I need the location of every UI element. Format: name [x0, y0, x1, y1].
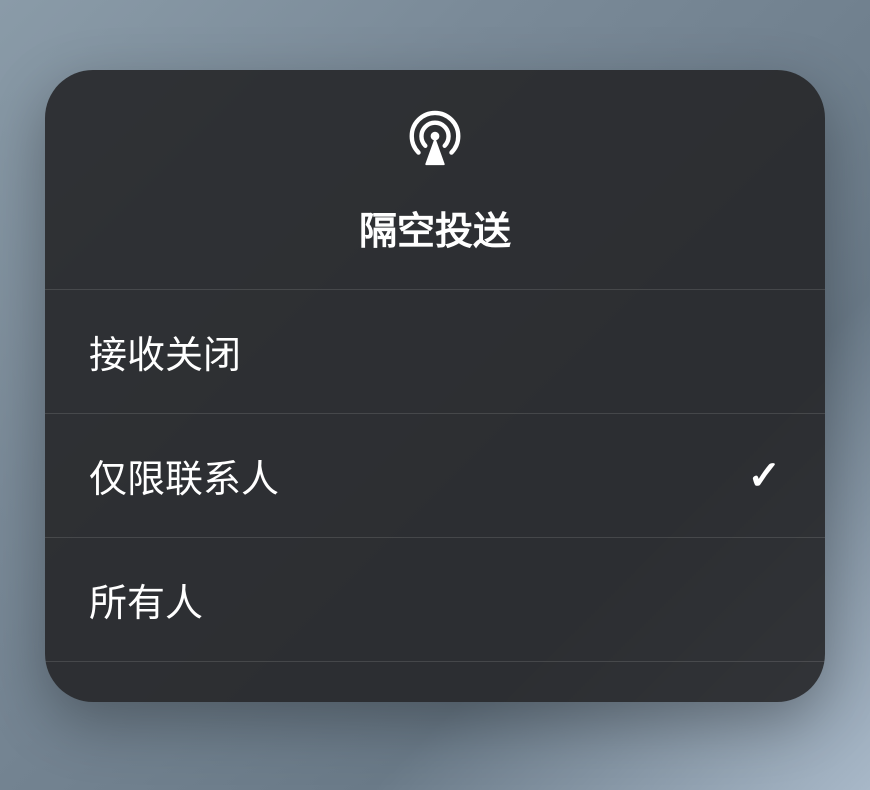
- option-label: 仅限联系人: [89, 448, 279, 503]
- airdrop-settings-panel: 隔空投送 接收关闭 ✓ 仅限联系人 ✓ 所有人 ✓: [45, 70, 825, 702]
- airdrop-icon: [404, 108, 466, 170]
- option-receiving-off[interactable]: 接收关闭 ✓: [45, 290, 825, 414]
- option-label: 所有人: [89, 572, 203, 627]
- checkmark-icon: ✓: [747, 453, 781, 499]
- bottom-spacer: [45, 662, 825, 702]
- panel-title: 隔空投送: [359, 200, 511, 255]
- option-contacts-only[interactable]: 仅限联系人 ✓: [45, 414, 825, 538]
- option-everyone[interactable]: 所有人 ✓: [45, 538, 825, 662]
- panel-header: 隔空投送: [45, 70, 825, 290]
- option-label: 接收关闭: [89, 324, 241, 379]
- option-list: 接收关闭 ✓ 仅限联系人 ✓ 所有人 ✓: [45, 290, 825, 662]
